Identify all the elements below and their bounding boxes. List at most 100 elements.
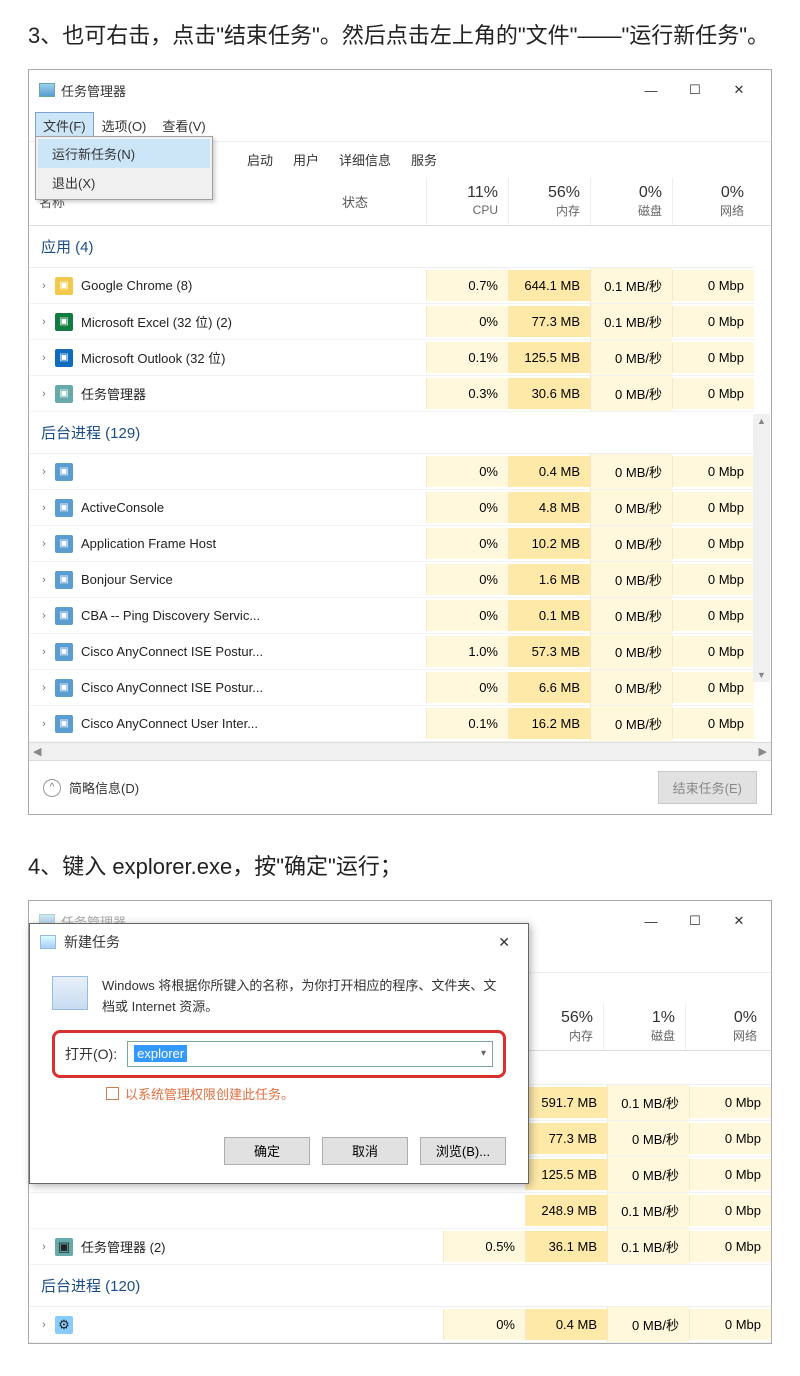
net-cell: 0 Mbp	[672, 378, 754, 409]
table-row[interactable]: ›▣任务管理器 0.3% 30.6 MB 0 MB/秒 0 Mbp	[29, 376, 754, 412]
disk-cell: 0.1 MB/秒	[607, 1193, 689, 1228]
run-dialog-icon	[40, 935, 56, 949]
cpu-cell: 0.5%	[443, 1231, 525, 1262]
net-cell: 0 Mbp	[689, 1123, 771, 1154]
expand-icon[interactable]: ›	[33, 1241, 55, 1253]
minimize-button[interactable]: —	[629, 907, 673, 935]
net-cell: 0 Mbp	[672, 342, 754, 373]
process-name[interactable]: ›▣Microsoft Outlook (32 位)	[29, 340, 426, 375]
app-icon: ▣	[55, 679, 73, 697]
browse-button[interactable]: 浏览(B)...	[420, 1137, 506, 1165]
table-row[interactable]: ›▣Application Frame Host 0% 10.2 MB 0 MB…	[29, 526, 754, 562]
cpu-cell: 0.1%	[426, 708, 508, 739]
cpu-cell: 1.0%	[426, 636, 508, 667]
menu-file[interactable]: 文件(F)	[35, 112, 94, 139]
expand-icon[interactable]: ›	[33, 316, 55, 328]
expand-icon[interactable]: ›	[33, 610, 55, 622]
app-icon: ▣	[55, 499, 73, 517]
expand-icon[interactable]: ›	[33, 280, 55, 292]
expand-icon[interactable]: ›	[33, 646, 55, 658]
app-icon: ▣	[55, 277, 73, 295]
process-name[interactable]: ›▣Microsoft Excel (32 位) (2)	[29, 304, 426, 339]
process-name[interactable]: ›▣Bonjour Service	[29, 563, 426, 597]
col-network[interactable]: 0%网络	[685, 1003, 767, 1050]
process-name[interactable]: ›⚙	[29, 1308, 443, 1342]
chevron-up-icon: ^	[43, 779, 61, 797]
cancel-button[interactable]: 取消	[322, 1137, 408, 1165]
process-name[interactable]: ›▣ActiveConsole	[29, 491, 426, 525]
process-name[interactable]: ›▣任务管理器 (2)	[29, 1229, 443, 1264]
net-cell: 0 Mbp	[672, 492, 754, 523]
table-row[interactable]: ›▣Google Chrome (8) 0.7% 644.1 MB 0.1 MB…	[29, 268, 754, 304]
expand-icon[interactable]: ›	[33, 538, 55, 550]
col-network[interactable]: 0%网络	[672, 178, 754, 225]
app-icon: ▣	[55, 643, 73, 661]
table-row[interactable]: ›⚙ 0% 0.4 MB 0 MB/秒 0 Mbp	[29, 1307, 771, 1343]
table-row[interactable]: 248.9 MB 0.1 MB/秒 0 Mbp	[29, 1193, 771, 1229]
process-name[interactable]: ›▣CBA -- Ping Discovery Servic...	[29, 599, 426, 633]
expand-icon[interactable]: ›	[33, 352, 55, 364]
table-row[interactable]: ›▣Microsoft Excel (32 位) (2) 0% 77.3 MB …	[29, 304, 754, 340]
tab-users[interactable]: 用户	[285, 146, 327, 173]
mem-cell: 4.8 MB	[508, 492, 590, 523]
table-row[interactable]: ›▣ 0% 0.4 MB 0 MB/秒 0 Mbp	[29, 454, 754, 490]
table-row[interactable]: ›▣Cisco AnyConnect ISE Postur... 1.0% 57…	[29, 634, 754, 670]
end-task-button[interactable]: 结束任务(E)	[658, 771, 757, 804]
table-row[interactable]: ›▣Bonjour Service 0% 1.6 MB 0 MB/秒 0 Mbp	[29, 562, 754, 598]
file-menu-run-new-task[interactable]: 运行新任务(N)	[38, 139, 210, 168]
process-name[interactable]: ›▣Cisco AnyConnect User Inter...	[29, 707, 426, 741]
menu-view[interactable]: 查看(V)	[154, 112, 213, 139]
expand-icon[interactable]: ›	[33, 682, 55, 694]
dialog-close-button[interactable]: ✕	[490, 934, 518, 951]
tab-startup[interactable]: 启动	[239, 146, 281, 173]
maximize-button[interactable]: ☐	[673, 907, 717, 935]
mem-cell: 644.1 MB	[508, 270, 590, 301]
minimize-button[interactable]: —	[629, 76, 673, 104]
col-disk[interactable]: 1%磁盘	[603, 1003, 685, 1050]
table-row[interactable]: ›▣任务管理器 (2) 0.5% 36.1 MB 0.1 MB/秒 0 Mbp	[29, 1229, 771, 1265]
close-button[interactable]: ✕	[717, 76, 761, 104]
process-name[interactable]: ›▣Google Chrome (8)	[29, 269, 426, 303]
window-title: 任务管理器	[61, 81, 126, 100]
maximize-button[interactable]: ☐	[673, 76, 717, 104]
col-memory[interactable]: 56%内存	[521, 1003, 603, 1050]
tab-services[interactable]: 服务	[403, 146, 445, 173]
open-combobox[interactable]: explorer ▾	[127, 1041, 493, 1067]
mem-cell: 77.3 MB	[508, 306, 590, 337]
table-row[interactable]: ›▣ActiveConsole 0% 4.8 MB 0 MB/秒 0 Mbp	[29, 490, 754, 526]
expand-icon[interactable]: ›	[33, 718, 55, 730]
expand-icon[interactable]: ›	[33, 388, 55, 400]
process-name[interactable]: ›▣	[29, 455, 426, 489]
col-disk[interactable]: 0%磁盘	[590, 178, 672, 225]
fewer-details[interactable]: ^简略信息(D)	[43, 778, 139, 797]
process-name[interactable]: ›▣Application Frame Host	[29, 527, 426, 561]
menu-options[interactable]: 选项(O)	[94, 112, 155, 139]
horizontal-scrollbar[interactable]: ◀▶	[29, 742, 771, 760]
process-name[interactable]: ›▣Cisco AnyConnect ISE Postur...	[29, 671, 426, 705]
expand-icon[interactable]: ›	[33, 574, 55, 586]
table-row[interactable]: ›▣Microsoft Outlook (32 位) 0.1% 125.5 MB…	[29, 340, 754, 376]
app-icon: ⚙	[55, 1316, 73, 1334]
close-button[interactable]: ✕	[717, 907, 761, 935]
mem-cell: 125.5 MB	[525, 1159, 607, 1190]
expand-icon[interactable]: ›	[33, 1319, 55, 1331]
col-status[interactable]: 状态	[336, 178, 426, 225]
process-name[interactable]: ›▣任务管理器	[29, 376, 426, 411]
expand-icon[interactable]: ›	[33, 502, 55, 514]
net-cell: 0 Mbp	[689, 1159, 771, 1190]
table-row[interactable]: ›▣Cisco AnyConnect User Inter... 0.1% 16…	[29, 706, 754, 742]
process-name[interactable]: ›▣Cisco AnyConnect ISE Postur...	[29, 635, 426, 669]
expand-icon[interactable]: ›	[33, 466, 55, 478]
col-memory[interactable]: 56%内存	[508, 178, 590, 225]
file-menu-exit[interactable]: 退出(X)	[38, 168, 210, 197]
admin-checkbox[interactable]	[106, 1087, 119, 1100]
table-row[interactable]: ›▣CBA -- Ping Discovery Servic... 0% 0.1…	[29, 598, 754, 634]
cpu-cell: 0%	[443, 1309, 525, 1340]
vertical-scrollbar[interactable]: ▲▼	[753, 414, 770, 682]
ok-button[interactable]: 确定	[224, 1137, 310, 1165]
disk-cell: 0.1 MB/秒	[607, 1085, 689, 1120]
tab-details[interactable]: 详细信息	[331, 146, 399, 173]
col-cpu[interactable]: 11%CPU	[426, 178, 508, 225]
table-row[interactable]: ›▣Cisco AnyConnect ISE Postur... 0% 6.6 …	[29, 670, 754, 706]
admin-checkbox-row[interactable]: 以系统管理权限创建此任务。	[52, 1078, 506, 1107]
